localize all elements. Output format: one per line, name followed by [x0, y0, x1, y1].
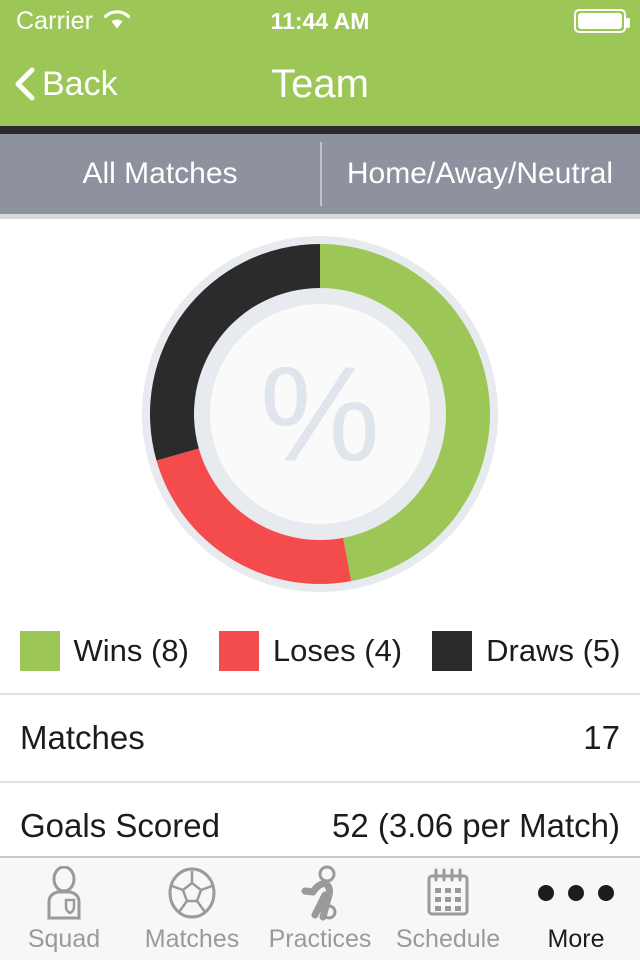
page-title: Team [271, 61, 369, 106]
donut-center-percent-glyph: % [260, 339, 380, 490]
donut-chart: % [142, 236, 498, 592]
tab-squad[interactable]: Squad [0, 858, 128, 960]
nav-divider [0, 126, 640, 134]
tab-practices-label: Practices [268, 924, 372, 953]
stat-label-goals-scored: Goals Scored [20, 807, 220, 844]
soccer-ball-icon [165, 865, 219, 921]
segment-all-matches[interactable]: All Matches [0, 134, 320, 214]
calendar-icon [422, 865, 474, 921]
table-row[interactable]: Matches 17 [0, 695, 640, 783]
legend-item-draws: Draws (5) [432, 631, 620, 671]
ellipsis-icon [538, 865, 614, 921]
tab-matches[interactable]: Matches [128, 858, 256, 960]
legend-swatch-wins [19, 631, 60, 671]
segmented-control: All Matches Home/Away/Neutral [0, 134, 640, 214]
tab-schedule-label: Schedule [395, 924, 501, 953]
status-bar-right [574, 0, 630, 42]
tab-matches-label: Matches [144, 924, 240, 953]
tab-schedule[interactable]: Schedule [384, 858, 512, 960]
legend-swatch-draws [432, 631, 473, 671]
segment-all-matches-label: All Matches [82, 157, 238, 190]
legend-label-wins: Wins (8) [73, 633, 189, 668]
legend-item-wins: Wins (8) [19, 631, 189, 671]
tab-practices[interactable]: Practices [256, 858, 384, 960]
segment-home-away-neutral[interactable]: Home/Away/Neutral [320, 134, 640, 214]
stat-value-goals-scored: 52 (3.06 per Match) [332, 807, 620, 844]
player-shirt-icon [39, 865, 89, 921]
results-chart: % [0, 219, 640, 609]
status-bar-clock: 11:44 AM [270, 7, 370, 34]
battery-full-icon [574, 9, 630, 33]
chart-legend: Wins (8) Loses (4) Draws (5) [0, 609, 640, 693]
segment-home-away-neutral-label: Home/Away/Neutral [346, 157, 614, 190]
legend-label-loses: Loses (4) [272, 633, 403, 668]
tab-bar: Squad Matches Practices Schedule More [0, 856, 640, 960]
stats-list: Matches 17 Goals Scored 52 (3.06 per Mat… [0, 693, 640, 871]
navigation-bar: Back Team [0, 42, 640, 126]
stat-value-matches: 17 [583, 719, 620, 756]
status-bar: Carrier 11:44 AM [0, 0, 640, 42]
tab-more-label: More [547, 924, 605, 953]
running-player-icon [295, 865, 345, 921]
tab-more[interactable]: More [512, 858, 640, 960]
legend-item-loses: Loses (4) [218, 631, 403, 671]
stat-label-matches: Matches [20, 719, 145, 756]
legend-label-draws: Draws (5) [486, 633, 621, 668]
tab-squad-label: Squad [27, 924, 101, 953]
app-screen: Carrier 11:44 AM Back Team All Matches H… [0, 0, 640, 960]
legend-swatch-loses [218, 631, 259, 671]
